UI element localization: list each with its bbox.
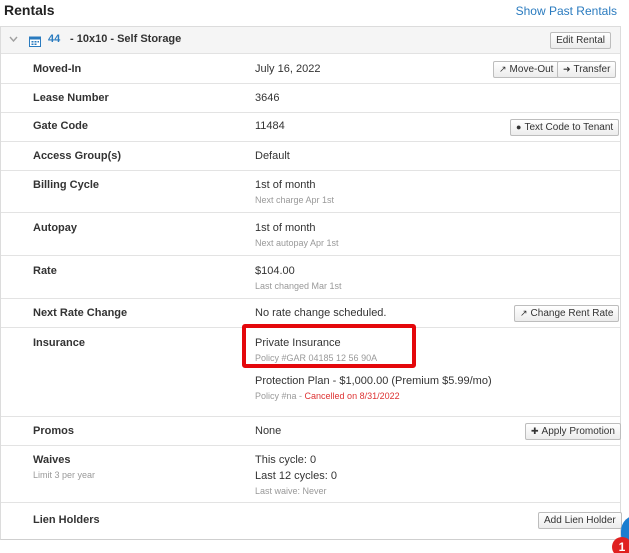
add-lien-holder-button[interactable]: Add Lien Holder xyxy=(538,512,622,529)
rate-label: Rate xyxy=(33,265,57,277)
chat-bubble-icon: ● xyxy=(516,122,522,132)
rate-last-changed-text: Last changed Mar 1st xyxy=(255,281,342,291)
show-past-rentals-link[interactable]: Show Past Rentals xyxy=(516,4,617,18)
promos-value: None xyxy=(255,425,282,437)
autopay-value: 1st of month xyxy=(255,222,316,234)
protection-plan-value: Protection Plan - $1,000.00 (Premium $5.… xyxy=(255,375,492,387)
waives-label: Waives xyxy=(33,454,71,466)
apply-promotion-label: Apply Promotion xyxy=(541,426,615,437)
access-group-row: Access Group(s) Default xyxy=(1,142,620,171)
move-out-label: Move-Out xyxy=(509,64,554,75)
lien-holders-row: Lien Holders Add Lien Holder xyxy=(1,503,622,539)
moved-in-label: Moved-In xyxy=(33,63,82,75)
access-group-value: Default xyxy=(255,150,290,162)
promos-row: Promos None ✚ Apply Promotion xyxy=(1,417,621,446)
cancelled-status: Cancelled on 8/31/2022 xyxy=(304,391,400,401)
unit-description: - 10x10 - Self Storage xyxy=(70,33,182,45)
notification-badge[interactable]: 1 xyxy=(612,537,629,553)
move-out-button[interactable]: ↗ Move-Out xyxy=(493,61,560,78)
arrow-up-right-icon: ↗ xyxy=(499,64,507,74)
page-title: Rentals xyxy=(4,2,55,18)
gate-code-value: 11484 xyxy=(255,120,285,132)
rental-panel-header[interactable]: 44 - 10x10 - Self Storage Edit Rental xyxy=(1,27,620,54)
protection-plan-policy: Policy #na - Cancelled on 8/31/2022 xyxy=(255,391,400,401)
edit-rental-button[interactable]: Edit Rental xyxy=(550,32,611,49)
next-rate-change-value: No rate change scheduled. xyxy=(255,307,387,319)
moved-in-row: Moved-In July 16, 2022 ↗ Move-Out ➜ Transf… xyxy=(1,55,620,84)
lease-number-value: 3646 xyxy=(255,92,280,104)
insurance-label: Insurance xyxy=(33,337,85,349)
access-group-label: Access Group(s) xyxy=(33,150,122,162)
next-rate-change-label: Next Rate Change xyxy=(33,307,128,319)
moved-in-value: July 16, 2022 xyxy=(255,63,321,75)
gate-code-row: Gate Code 11484 ● Text Code to Tenant xyxy=(1,113,620,142)
next-charge-text: Next charge Apr 1st xyxy=(255,195,335,205)
billing-cycle-label: Billing Cycle xyxy=(33,179,100,191)
text-code-button[interactable]: ● Text Code to Tenant xyxy=(510,119,620,136)
rate-value: $104.00 xyxy=(255,265,295,277)
apply-promotion-button[interactable]: ✚ Apply Promotion xyxy=(525,423,621,440)
gate-code-label: Gate Code xyxy=(33,120,89,132)
calendar-icon xyxy=(29,34,41,47)
plus-icon: ✚ xyxy=(531,426,539,436)
promos-label: Promos xyxy=(33,425,74,437)
autopay-label: Autopay xyxy=(33,222,77,234)
arrow-right-icon: ➜ xyxy=(563,64,571,74)
change-rent-rate-label: Change Rent Rate xyxy=(530,308,614,319)
trend-up-icon: ↗ xyxy=(520,308,528,318)
billing-cycle-row: Billing Cycle 1st of month Next charge A… xyxy=(1,171,620,213)
waives-limit-text: Limit 3 per year xyxy=(33,470,96,480)
waives-row: Waives Limit 3 per year This cycle: 0 La… xyxy=(1,446,620,503)
next-autopay-text: Next autopay Apr 1st xyxy=(255,238,339,248)
lease-number-label: Lease Number xyxy=(33,92,109,104)
transfer-label: Transfer xyxy=(573,64,611,75)
lease-number-row: Lease Number 3646 xyxy=(1,84,620,113)
rental-panel: 44 - 10x10 - Self Storage Edit Rental Mo… xyxy=(0,26,622,540)
unit-number-link[interactable]: 44 xyxy=(48,33,60,45)
transfer-button[interactable]: ➜ Transfer xyxy=(557,61,617,78)
last-waive-text: Last waive: Never xyxy=(255,486,327,496)
change-rent-rate-button[interactable]: ↗ Change Rent Rate xyxy=(514,305,620,322)
lien-holders-label: Lien Holders xyxy=(33,514,100,526)
rentals-header: Rentals Show Past Rentals xyxy=(0,0,629,24)
billing-cycle-value: 1st of month xyxy=(255,179,316,191)
text-code-label: Text Code to Tenant xyxy=(524,122,614,133)
waives-last-12: Last 12 cycles: 0 xyxy=(255,470,337,482)
insurance-highlight-box xyxy=(242,324,416,368)
autopay-row: Autopay 1st of month Next autopay Apr 1s… xyxy=(1,213,620,256)
waives-this-cycle: This cycle: 0 xyxy=(255,454,317,466)
chevron-down-icon[interactable] xyxy=(9,34,18,45)
protection-policy-prefix: Policy #na - xyxy=(255,391,305,401)
rate-row: Rate $104.00 Last changed Mar 1st xyxy=(1,256,620,299)
